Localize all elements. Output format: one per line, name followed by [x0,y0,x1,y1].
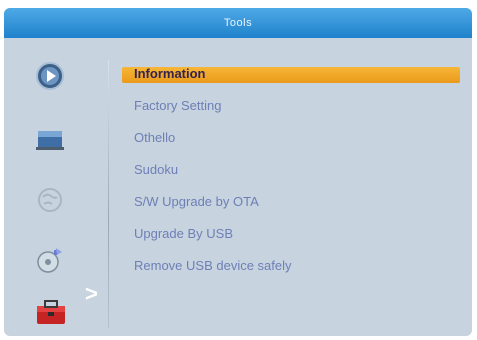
menu-item-label: Information [134,66,206,81]
menu-item-sudoku[interactable]: Sudoku [122,154,468,186]
menu-item-label: Factory Setting [134,98,222,113]
tools-menu-list: Information Factory Setting Othello Sudo… [122,58,468,282]
active-section-arrow: > [85,281,98,306]
menu-item-label: Upgrade By USB [134,226,233,241]
menu-item-othello[interactable]: Othello [122,122,468,154]
menu-item-information[interactable]: Information [122,58,468,90]
globe-network-icon[interactable] [32,184,68,216]
disc-settings-icon[interactable] [32,244,68,276]
menu-item-sw-upgrade-ota[interactable]: S/W Upgrade by OTA [122,186,468,218]
tools-menu-window: Tools > Information Factory Setting Othe… [4,8,472,336]
menu-item-factory-setting[interactable]: Factory Setting [122,90,468,122]
tv-picture-icon[interactable] [32,124,68,156]
toolbox-icon[interactable] [32,296,68,328]
menu-item-label: S/W Upgrade by OTA [134,194,259,209]
menu-item-label: Othello [134,130,176,145]
sidebar-divider [108,60,109,328]
menu-item-upgrade-usb[interactable]: Upgrade By USB [122,218,468,250]
media-player-icon[interactable] [32,60,68,92]
window-title: Tools [4,8,472,38]
menu-item-label: Sudoku [134,162,179,177]
menu-item-remove-usb[interactable]: Remove USB device safely [122,250,468,282]
menu-item-label: Remove USB device safely [134,258,292,273]
